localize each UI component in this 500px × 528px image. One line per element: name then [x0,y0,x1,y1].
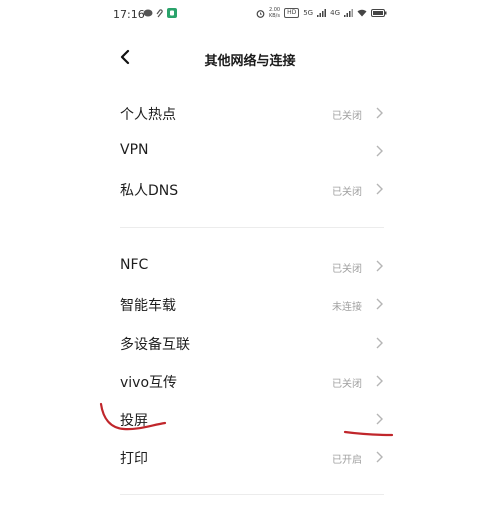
row-label: VPN [120,142,149,158]
row-nfc[interactable]: NFC 已关闭 [108,248,396,284]
chevron-right-icon [376,413,383,425]
row-status: 已关闭 [332,264,362,275]
chevron-right-icon [376,298,383,310]
row-label: 个人热点 [120,107,176,123]
row-status: 已开启 [332,455,362,466]
net-speed-unit: KB/s [268,13,280,19]
message-icon [143,9,153,17]
row-vpn[interactable]: VPN [108,133,396,169]
chevron-right-icon [376,375,383,387]
row-label: 私人DNS [120,183,179,199]
nav-bar: 其他网络与连接 [0,38,500,78]
row-status: 已关闭 [332,379,362,390]
wifi-icon [357,9,367,17]
status-time: 17:16 [113,8,145,21]
chevron-right-icon [376,107,383,119]
row-label: 智能车载 [120,298,176,314]
row-private-dns[interactable]: 私人DNS 已关闭 [108,171,396,207]
row-screen-cast[interactable]: 投屏 [108,401,396,437]
row-status: 已关闭 [332,111,362,122]
row-car-connect[interactable]: 智能车载 未连接 [108,286,396,322]
page-title: 其他网络与连接 [204,54,296,69]
paperclip-icon [156,9,163,18]
signal-bars-icon [317,9,327,17]
row-status: 未连接 [332,302,362,313]
status-bar: 17:16 2.00 KB/s HD 5G 4G [0,0,500,30]
chevron-right-icon [376,260,383,272]
signal-5g-label: 5G [303,9,314,17]
status-right-group: 2.00 KB/s HD 5G 4G [256,7,387,19]
alarm-icon [256,9,265,18]
row-label: vivo互传 [120,375,178,391]
bottom-divider [120,494,384,495]
net-speed: 2.00 KB/s [269,7,280,19]
row-label: 打印 [120,451,148,467]
signal-bars-2-icon [344,9,353,17]
signal-4g-label: 4G [330,9,340,17]
row-status: 已关闭 [332,187,362,198]
row-vivo-share[interactable]: vivo互传 已关闭 [108,363,396,399]
group-divider [120,227,384,228]
battery-icon [371,9,387,17]
chevron-right-icon [376,337,383,349]
row-print[interactable]: 打印 已开启 [108,439,396,475]
row-multi-device[interactable]: 多设备互联 [108,325,396,361]
row-label: 多设备互联 [120,337,190,353]
app-notification-icon [167,8,177,18]
row-label: NFC [120,257,149,273]
hd-badge: HD [284,8,300,18]
chevron-right-icon [376,145,383,157]
row-label: 投屏 [120,413,148,429]
chevron-right-icon [376,451,383,463]
row-hotspot[interactable]: 个人热点 已关闭 [108,95,396,131]
chevron-right-icon [376,183,383,195]
